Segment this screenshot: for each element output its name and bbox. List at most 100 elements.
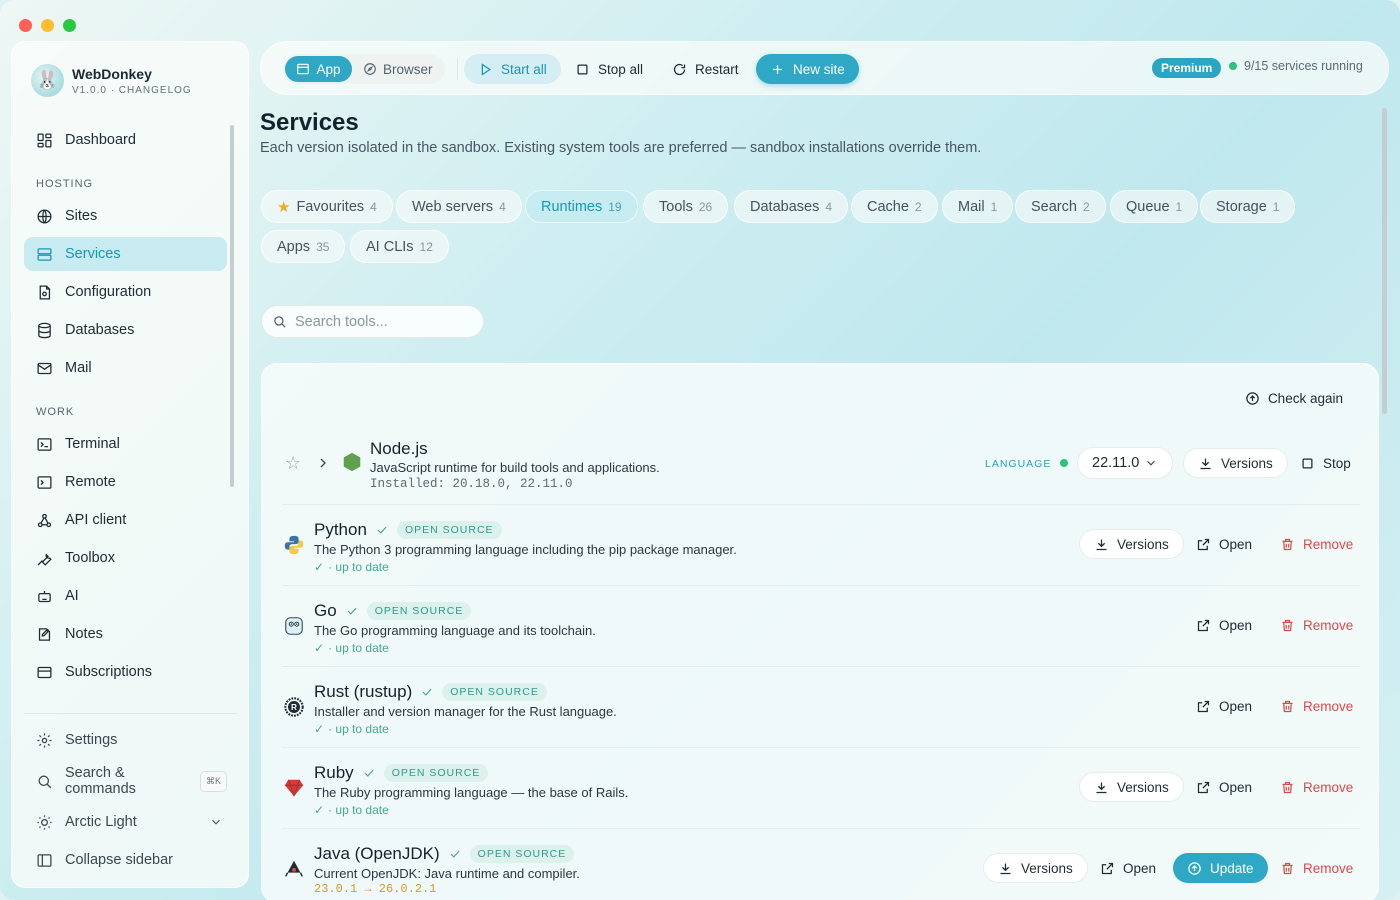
service-row-go: Go OPEN SOURCE The Go programming langua… [282,586,1360,667]
tab-queue[interactable]: Queue 1 [1110,190,1199,223]
view-app-button[interactable]: App [285,56,352,82]
sidebar-collapse-icon [37,853,52,867]
update-button[interactable]: Update [1173,853,1268,883]
remote-terminal-icon [37,475,52,489]
running-status-dot [1060,459,1068,467]
tab-web-servers[interactable]: Web servers 4 [396,190,522,223]
collapse-sidebar-button[interactable]: Collapse sidebar [24,843,227,877]
favourite-star-icon[interactable]: ☆ [285,453,301,474]
tab-ai-clis[interactable]: AI CLIs 12 [350,230,449,263]
shortcut-badge: ⌘K [199,770,227,792]
open-button[interactable]: Open [1196,691,1252,721]
close-window-button[interactable] [19,19,32,32]
stop-all-label: Stop all [598,61,644,77]
theme-selector[interactable]: Arctic Light [24,805,227,839]
tab-storage[interactable]: Storage 1 [1200,190,1296,223]
zoom-window-button[interactable] [63,19,76,32]
brand[interactable]: 🐰 WebDonkey V1.0.0 · CHANGELOG [31,64,192,97]
remove-button[interactable]: Remove [1280,610,1353,640]
stop-all-button[interactable]: Stop all [575,54,643,84]
remove-button[interactable]: Remove [1280,853,1353,883]
sidebar-item-remote[interactable]: Remote [24,465,227,499]
brand-version-changelog[interactable]: V1.0.0 · CHANGELOG [72,85,192,96]
sidebar-item-api-client[interactable]: API client [24,503,227,537]
versions-button[interactable]: Versions [1079,772,1184,802]
stop-button[interactable]: Stop [1300,448,1351,478]
versions-button[interactable]: Versions [1079,529,1184,559]
sidebar-item-notes[interactable]: Notes [24,617,227,651]
search-box [261,305,484,338]
sidebar-item-sites[interactable]: Sites [24,199,227,233]
minimize-window-button[interactable] [41,19,54,32]
service-row-ruby: Ruby OPEN SOURCE The Ruby programming la… [282,748,1360,829]
premium-badge[interactable]: Premium [1152,58,1222,78]
service-description: The Python 3 programming language includ… [314,542,737,557]
check-icon [450,850,460,858]
rust-logo-icon: R [282,695,306,719]
tab-databases[interactable]: Databases 4 [734,190,849,223]
services-status: 9/15 services running [1229,59,1363,73]
tab-count: 4 [499,199,506,214]
open-button[interactable]: Open [1196,610,1252,640]
remove-button[interactable]: Remove [1280,772,1353,802]
service-row-rust: R Rust (rustup) OPEN SOURCE Installer an… [282,667,1360,748]
version-select[interactable]: 22.11.0 [1077,447,1173,479]
versions-button[interactable]: Versions [1183,448,1288,478]
open-button[interactable]: Open [1196,772,1252,802]
sidebar-item-dashboard[interactable]: Dashboard [24,123,227,157]
sidebar-item-ai[interactable]: AI [24,579,227,613]
open-button[interactable]: Open [1100,853,1156,883]
open-source-badge: OPEN SOURCE [383,764,489,782]
stop-label: Stop [1323,455,1351,471]
open-button[interactable]: Open [1196,529,1252,559]
sidebar-item-mail[interactable]: Mail [24,351,227,385]
new-site-button[interactable]: New site [756,54,859,84]
tab-mail[interactable]: Mail 1 [942,190,1014,223]
sidebar-item-terminal[interactable]: Terminal [24,427,227,461]
tab-label: Mail [958,198,985,215]
sidebar-item-subscriptions[interactable]: Subscriptions [24,655,227,689]
versions-button[interactable]: Versions [983,853,1088,883]
tab-search[interactable]: Search 2 [1015,190,1106,223]
restart-label: Restart [695,61,739,77]
tab-label: Apps [277,238,311,255]
external-link-icon [1101,862,1114,874]
restart-button[interactable]: Restart [672,54,739,84]
view-browser-button[interactable]: Browser [363,56,433,82]
search-input[interactable] [295,313,465,330]
check-icon: ✓ [314,641,325,655]
remove-button[interactable]: Remove [1280,691,1353,721]
check-again-button[interactable]: Check again [1245,391,1343,406]
open-source-badge: OPEN SOURCE [396,521,502,539]
update-status-text: · up to date [328,641,389,655]
service-description: JavaScript runtime for build tools and a… [370,460,660,475]
chevron-right-icon[interactable] [315,455,331,471]
service-name: Java (OpenJDK) [314,844,440,863]
tab-runtimes[interactable]: Runtimes 19 [525,190,638,223]
page-description: Each version isolated in the sandbox. Ex… [260,140,982,156]
sidebar-item-configuration[interactable]: Configuration [24,275,227,309]
tab-cache[interactable]: Cache 2 [851,190,938,223]
robot-icon [38,590,51,602]
main-scrollbar[interactable] [1382,108,1387,414]
theme-label: Arctic Light [65,814,137,830]
sidebar-item-databases[interactable]: Databases [24,313,227,347]
remove-button[interactable]: Remove [1280,529,1353,559]
mail-icon [37,362,52,374]
tab-favourites[interactable]: ★ Favourites 4 [261,190,393,223]
settings-button[interactable]: Settings [24,723,227,757]
terminal-icon [37,437,52,451]
tab-label: Cache [867,198,909,215]
search-commands-button[interactable]: Search & commands ⌘K [24,764,227,798]
sidebar-scrollbar[interactable] [230,125,234,487]
sidebar-item-toolbox[interactable]: Toolbox [24,541,227,575]
file-cog-icon [39,284,51,300]
tab-apps[interactable]: Apps 35 [261,230,346,263]
tab-label: Databases [750,198,820,215]
start-all-button[interactable]: Start all [464,54,561,84]
open-source-badge: OPEN SOURCE [442,683,547,701]
sidebar-item-services[interactable]: Services [24,237,227,271]
sidebar-item-label: Dashboard [65,132,136,148]
sidebar-section-work: WORK [36,406,75,418]
tab-tools[interactable]: Tools 26 [643,190,729,223]
